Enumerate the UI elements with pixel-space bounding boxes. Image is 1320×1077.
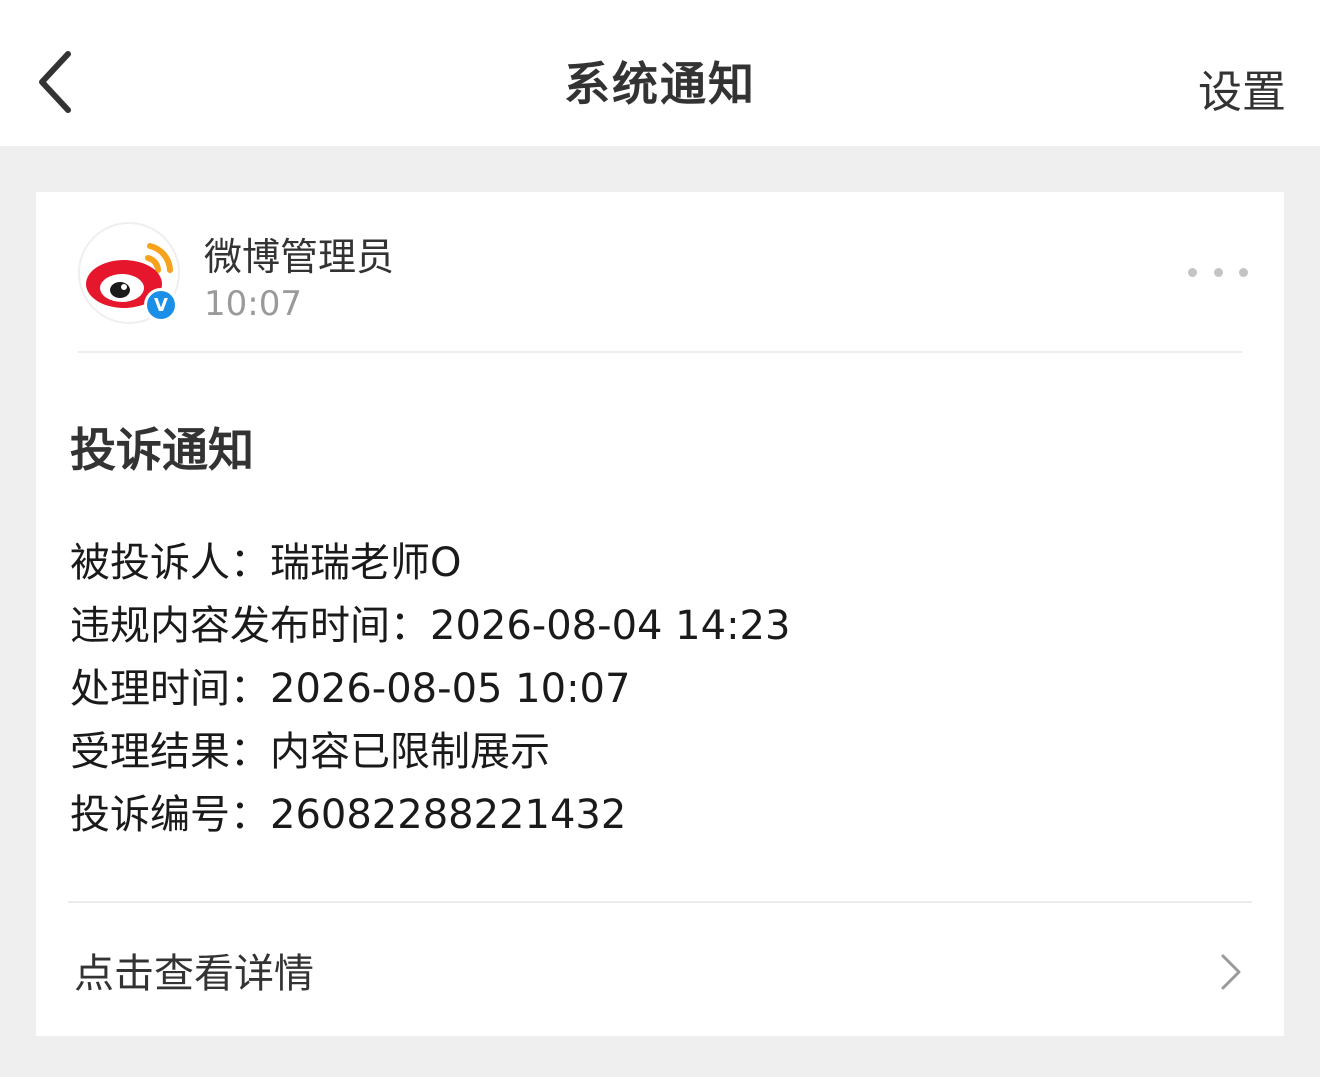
info-key: 处理时间： xyxy=(70,666,270,712)
chevron-right-icon xyxy=(1221,954,1241,990)
info-value: 瑞瑞老师O xyxy=(270,540,462,586)
notice-title: 投诉通知 xyxy=(70,423,254,477)
info-row-result: 受理结果：内容已限制展示 xyxy=(70,721,790,784)
page-title: 系统通知 xyxy=(564,57,756,111)
info-row-publish-time: 违规内容发布时间：2026-08-04 14:23 xyxy=(70,595,790,658)
info-row-respondent: 被投诉人：瑞瑞老师O xyxy=(70,532,790,595)
info-key: 违规内容发布时间： xyxy=(70,603,430,649)
verified-icon: V xyxy=(144,288,178,322)
info-row-process-time: 处理时间：2026-08-05 10:07 xyxy=(70,658,790,721)
sender-name[interactable]: 微博管理员 xyxy=(204,226,394,281)
info-key: 被投诉人： xyxy=(70,540,270,586)
info-value: 2026-08-05 10:07 xyxy=(270,666,631,712)
more-dots-icon xyxy=(1188,267,1197,277)
settings-button[interactable]: 设置 xyxy=(1198,56,1286,120)
divider xyxy=(78,351,1242,353)
complaint-info: 被投诉人：瑞瑞老师O 违规内容发布时间：2026-08-04 14:23 处理时… xyxy=(70,532,790,847)
info-value: 26082288221432 xyxy=(270,792,627,838)
view-details-label: 点击查看详情 xyxy=(74,951,314,997)
more-dots-icon xyxy=(1239,267,1248,277)
message-time: 10:07 xyxy=(204,284,302,324)
nav-bar: 系统通知 设置 xyxy=(0,0,1320,146)
more-dots-icon xyxy=(1213,267,1223,277)
info-key: 投诉编号： xyxy=(70,792,270,838)
info-key: 受理结果： xyxy=(70,729,270,775)
info-row-complaint-id: 投诉编号：26082288221432 xyxy=(70,784,790,847)
notification-card: V 微博管理员 10:07 投诉通知 被投诉人：瑞瑞老师O 违规内容发布时间：2… xyxy=(36,192,1284,1036)
info-value: 2026-08-04 14:23 xyxy=(430,603,791,649)
info-value: 内容已限制展示 xyxy=(270,729,550,775)
view-details-link[interactable]: 点击查看详情 xyxy=(36,903,1284,1036)
more-options-button[interactable] xyxy=(1188,252,1248,292)
